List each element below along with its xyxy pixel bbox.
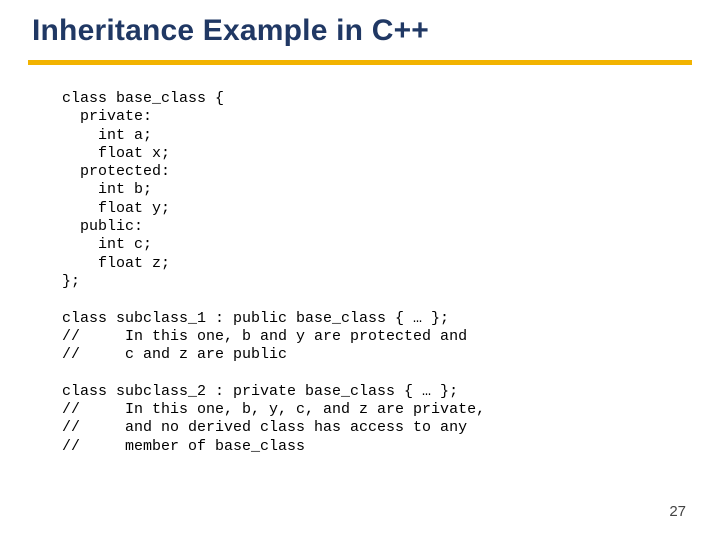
page-number: 27 — [669, 503, 686, 520]
slide: Inheritance Example in C++ class base_cl… — [0, 0, 720, 540]
code-block: class base_class { private: int a; float… — [62, 90, 485, 456]
slide-title: Inheritance Example in C++ — [32, 14, 429, 48]
title-underline — [28, 60, 692, 65]
